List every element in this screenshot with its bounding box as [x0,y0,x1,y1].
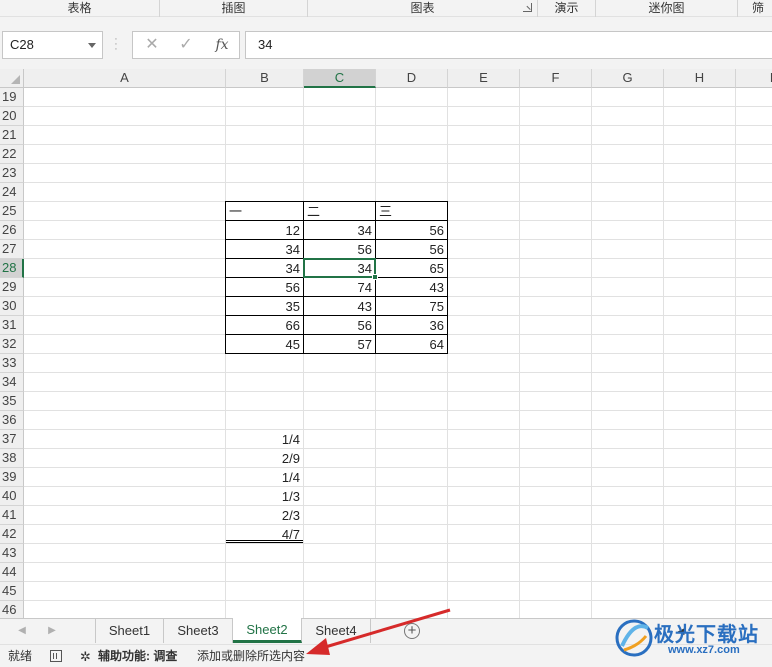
annotation-arrow [306,608,451,655]
arrow-shaft [321,608,451,650]
arrow-head [306,638,330,655]
